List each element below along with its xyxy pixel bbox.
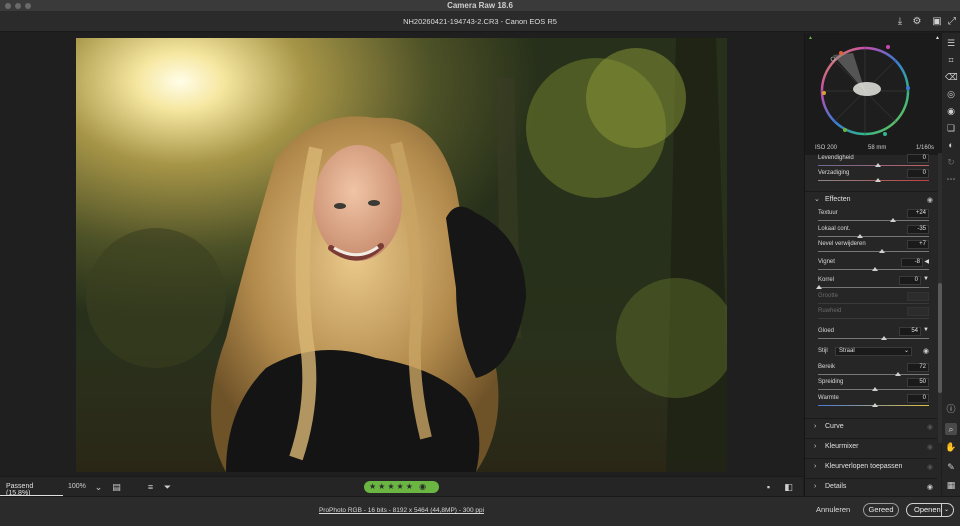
hand-icon[interactable]: ✋ [945,441,957,453]
eyedropper-icon[interactable]: ✎ [945,461,957,473]
eye-icon[interactable]: ◉ [927,463,933,471]
eye-icon[interactable]: ◉ [927,443,933,451]
collapse-triangle-icon[interactable]: ▼ [923,327,929,333]
zoom-fit-button[interactable]: Passend (15,8%) [0,477,63,497]
texture-slider[interactable]: Textuur +24 [815,209,929,225]
warmth-slider[interactable]: Warmte 0 [815,394,929,410]
slider-thumb[interactable] [872,403,878,407]
glow-slider[interactable]: Gloed 54 ▼ [815,327,929,343]
glow-style-row[interactable]: Stijl Straal ⌄ ◉ [815,347,929,363]
before-after-icon[interactable]: ▪ [763,482,774,493]
chevron-down-icon: ⌄ [903,348,909,354]
iso-value: ISO 200 [815,145,838,151]
saturation-slider[interactable]: Verzadiging 0 [815,169,929,185]
image-canvas[interactable] [0,33,803,476]
clipping-indicator-icon[interactable]: ▲ [808,35,813,41]
slider-thumb[interactable] [895,372,901,376]
collapse-triangle-icon[interactable]: ▼ [923,276,929,282]
slider-thumb[interactable] [816,285,822,289]
photo-preview[interactable] [76,38,727,472]
grain-roughness-slider: Ruwheid [815,307,929,323]
slider-thumb[interactable] [879,249,885,253]
star-rating[interactable]: ★★★★★ ◉ [364,481,439,493]
spread-slider[interactable]: Spreiding 50 [815,378,929,394]
chevron-right-icon[interactable]: › [814,423,816,430]
slider-thumb[interactable] [872,387,878,391]
workflow-options-link[interactable]: ProPhoto RGB - 16 bits - 8192 x 5464 (44… [0,507,803,514]
vibrance-value[interactable]: 0 [907,154,929,163]
filmstrip-icon[interactable]: ▤ [111,482,122,493]
chevron-down-icon[interactable]: ⌄ [944,504,949,516]
slider-thumb[interactable] [875,178,881,182]
redeye-icon[interactable]: ◉ [945,105,957,117]
document-header: NH20260421-194743-2.CR3 - Canon EOS R5 ⤓… [0,12,960,32]
crop-icon[interactable]: ⌗ [945,54,957,66]
filter-icon[interactable]: ⏷ [162,482,173,493]
chevron-right-icon[interactable]: › [814,443,816,450]
glow-style-dropdown[interactable]: Straal ⌄ [835,347,912,356]
info-icon[interactable]: ⓘ [945,403,957,415]
slider-thumb[interactable] [872,267,878,271]
zoom-100-button[interactable]: 100% [68,483,86,490]
open-button[interactable]: Openen ⌄ [906,503,954,517]
section-effects[interactable]: ⌄ Effecten ◉ [805,191,937,209]
masking-icon[interactable]: ◎ [945,88,957,100]
color-wheel [820,45,910,136]
chevron-down-icon[interactable]: ⌄ [93,482,104,493]
slider-thumb[interactable] [875,163,881,167]
gear-icon[interactable]: ⚙ [911,16,923,28]
zoom-icon[interactable]: ⌕ [945,423,957,435]
eraser-icon[interactable]: ⌫ [945,71,958,83]
window-title: Camera Raw 18.6 [447,1,513,10]
expand-icon[interactable]: ⤢ [946,16,958,28]
eye-icon[interactable]: ◉ [927,196,933,204]
section-color-grading[interactable]: › Kleurverlopen toepassen ◉ [805,458,937,476]
dehaze-slider[interactable]: Nevel verwijderen +7 [815,240,929,256]
shutter-value: 1/160s [916,145,935,151]
expand-triangle-icon[interactable]: ◀ [924,258,929,265]
chevron-down-icon[interactable]: ⌄ [814,195,820,203]
fullscreen-icon[interactable]: ▣ [931,16,943,28]
histogram[interactable]: ▲ ▲ [805,33,942,143]
snapshots-icon[interactable]: ◐ [945,139,957,151]
section-details[interactable]: › Details ◉ [805,478,937,496]
chevron-right-icon[interactable]: › [814,483,816,490]
sync-icon[interactable]: ↻ [945,156,957,168]
edit-sliders-icon[interactable]: ☰ [945,37,957,49]
section-color-mixer[interactable]: › Kleurmixer ◉ [805,438,937,456]
clarity-slider[interactable]: Lokaal cont. -35 [815,225,929,241]
section-curve[interactable]: › Curve ◉ [805,418,937,436]
range-slider[interactable]: Bereik 72 [815,363,929,379]
done-button[interactable]: Gereed [863,503,899,517]
sort-icon[interactable]: ≡ [145,482,156,493]
status-bar: ProPhoto RGB - 16 bits - 8192 x 5464 (44… [0,496,960,526]
vignette-slider[interactable]: Vignet -8 ◀ [815,258,929,274]
slider-thumb[interactable] [857,234,863,238]
adjustment-panel: ▲ ▲ ISO 200 58 mm 1/160s Levendigheid 0 … [804,33,942,496]
eye-icon[interactable]: ◉ [923,347,929,355]
vibrance-slider[interactable]: Levendigheid 0 [815,154,929,170]
chevron-right-icon[interactable]: › [814,463,816,470]
filename-label: NH20260421-194743-2.CR3 - Canon EOS R5 [403,17,557,26]
title-bar: Camera Raw 18.6 [0,0,960,12]
grain-slider[interactable]: Korrel 0 ▼ [815,276,929,292]
slider-thumb[interactable] [890,218,896,222]
presets-icon[interactable]: ❏ [945,122,957,134]
cancel-button[interactable]: Annuleren [816,505,850,514]
bottom-toolbar: Passend (15,8%) 100% ⌄ ▤ ≡ ⏷ ★★★★★ ◉ ▪ ◧ [0,476,803,497]
grid-icon[interactable]: ▦ [945,479,957,491]
eye-icon[interactable]: ◉ [927,483,933,491]
save-icon[interactable]: ⤓ [894,16,906,28]
split-view-icon[interactable]: ◧ [783,482,794,493]
eye-icon[interactable]: ◉ [927,423,933,431]
slider-thumb[interactable] [881,336,887,340]
saturation-value[interactable]: 0 [907,169,929,178]
highlight-clipping-icon[interactable]: ▲ [935,35,940,41]
more-icon[interactable]: ⋯ [945,173,957,185]
focal-length-value: 58 mm [868,145,887,151]
grain-size-slider: Grootte [815,292,929,308]
tool-strip: ☰ ⌗ ⌫ ◎ ◉ ❏ ◐ ↻ ⋯ ⓘ ⌕ ✋ ✎ ▦ [942,33,960,496]
